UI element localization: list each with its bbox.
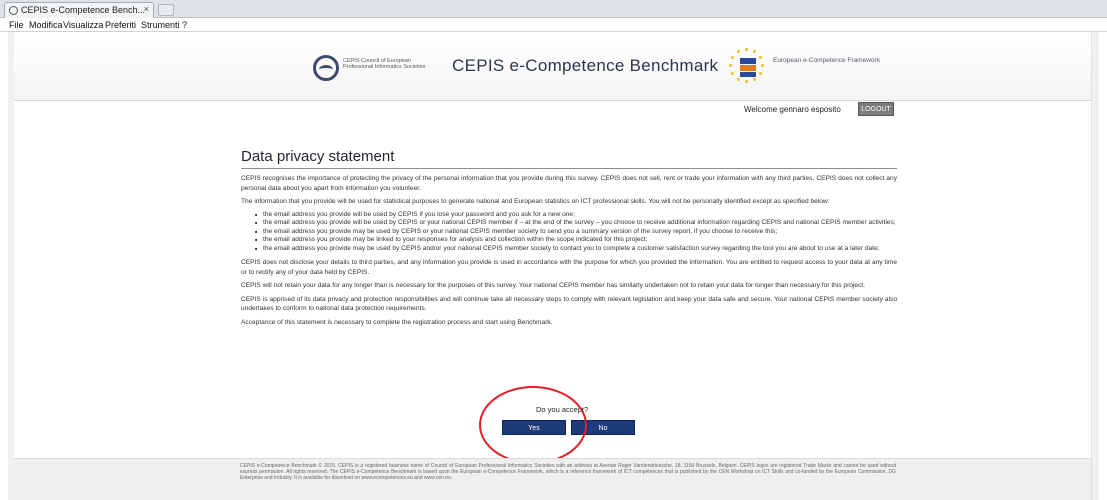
list-item: the email address you provide will be us…: [255, 211, 897, 220]
disclosure-paragraph: CEPIS does not disclose your details to …: [241, 259, 897, 276]
retention-paragraph: CEPIS will not retain your data for any …: [241, 282, 866, 289]
intro-paragraph: CEPIS recognises the importance of prote…: [241, 175, 897, 192]
footer-legal-text: CEPIS e-Competence Benchmark © 2015. CEP…: [240, 463, 896, 481]
page-title: Data privacy statement: [241, 148, 395, 165]
menu-visualizza[interactable]: Visualizza: [63, 20, 103, 30]
privacy-statement: Data privacy statement CEPIS recognises …: [241, 148, 897, 331]
list-item: the email address you provide may be use…: [255, 228, 897, 237]
usage-paragraph: The information that you provide will be…: [241, 198, 830, 205]
browser-tab-bar: CEPIS e-Competence Bench... ×: [0, 0, 1107, 18]
close-icon[interactable]: ×: [144, 4, 149, 14]
scrollbar[interactable]: [1091, 32, 1099, 500]
responsibilities-paragraph: CEPIS is apprised of its data privacy an…: [241, 295, 897, 313]
list-item: the email address you provide may be lin…: [255, 236, 897, 245]
browser-tab-title: CEPIS e-Competence Bench...: [21, 5, 146, 15]
menu-preferiti[interactable]: Preferiti: [105, 20, 136, 30]
usage-list: the email address you provide will be us…: [255, 211, 897, 254]
header-divider: [14, 100, 1091, 101]
new-tab-button[interactable]: [158, 4, 174, 16]
menu-modifica[interactable]: Modifica: [29, 20, 63, 30]
cepis-org-name: CEPIS Council of European Professional I…: [343, 58, 426, 70]
cepis-logo-icon[interactable]: [313, 55, 339, 81]
menu-help[interactable]: ?: [182, 20, 187, 30]
menu-file[interactable]: File: [9, 20, 24, 30]
ie-page-icon: [9, 6, 18, 15]
list-item: the email address you provide may be use…: [255, 245, 897, 254]
welcome-message: Welcome gennaro esposito: [744, 105, 841, 114]
page-edge: [0, 32, 8, 500]
logout-button[interactable]: LOGOUT: [858, 102, 894, 116]
left-margin: [8, 32, 14, 500]
site-title: CEPIS e-Competence Benchmark: [452, 56, 719, 75]
menu-bar: File Modifica Visualizza Preferiti Strum…: [0, 18, 1107, 32]
red-circle-annotation: [479, 386, 587, 464]
title-divider: [241, 168, 897, 169]
acceptance-paragraph: Acceptance of this statement is necessar…: [241, 318, 553, 326]
menu-strumenti[interactable]: Strumenti: [141, 20, 180, 30]
ecf-logo-text: European e-Competence Framework: [773, 57, 880, 64]
list-item: the email address you provide will be us…: [255, 219, 897, 228]
browser-tab[interactable]: CEPIS e-Competence Bench... ×: [4, 2, 154, 18]
